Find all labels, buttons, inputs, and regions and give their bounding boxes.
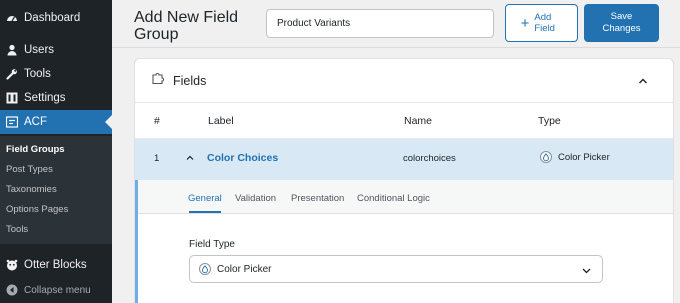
column-header-name: Name — [404, 115, 433, 127]
sidebar-item-label: Settings — [24, 92, 66, 104]
page-title: Add New Field Group — [134, 9, 239, 43]
tab-presentation[interactable]: Presentation — [291, 193, 344, 204]
fields-panel: Fields # Label Name Type 1 Color Choices… — [134, 58, 674, 303]
sidebar-item-dashboard[interactable]: Dashboard — [0, 6, 112, 30]
sidebar-item-label: Tools — [24, 68, 51, 80]
save-changes-button[interactable]: Save Changes — [584, 4, 659, 42]
admin-sidebar: Dashboard Users Tools Settings ACF Field… — [0, 0, 112, 303]
sidebar-item-label: ACF — [24, 116, 47, 128]
collapse-menu-label: Collapse menu — [24, 284, 91, 296]
sidebar-item-label: Dashboard — [24, 12, 81, 24]
field-label-link[interactable]: Color Choices — [207, 152, 278, 164]
color-picker-icon — [540, 151, 552, 163]
active-tab-indicator — [189, 211, 221, 213]
users-icon — [6, 44, 18, 56]
submenu-item-post-types[interactable]: Post Types — [6, 164, 53, 175]
chevron-up-icon[interactable] — [637, 74, 649, 92]
chevron-down-icon — [581, 265, 592, 279]
field-row[interactable]: 1 Color Choices colorchoices Color Picke… — [135, 139, 673, 180]
field-type-heading: Field Type — [189, 239, 235, 250]
puzzle-icon — [151, 71, 165, 90]
add-field-label: Add Field — [534, 12, 555, 34]
fields-panel-title: Fields — [173, 73, 207, 88]
acf-icon — [6, 116, 18, 128]
submenu-item-tools[interactable]: Tools — [6, 224, 28, 235]
submenu-item-taxonomies[interactable]: Taxonomies — [6, 184, 57, 195]
add-field-button[interactable]: + Add Field — [505, 4, 578, 42]
sidebar-item-tools[interactable]: Tools — [0, 62, 112, 86]
wrench-icon — [6, 68, 18, 80]
fields-panel-header[interactable]: Fields — [135, 59, 673, 103]
tab-general[interactable]: General — [188, 193, 222, 204]
field-type-select-value: Color Picker — [217, 263, 272, 275]
field-type-select[interactable]: Color Picker — [189, 255, 603, 283]
field-type-label: Color Picker — [558, 151, 610, 163]
sidebar-item-label: Otter Blocks — [24, 259, 87, 271]
chevron-up-icon[interactable] — [185, 153, 195, 166]
sidebar-item-otter-blocks[interactable]: Otter Blocks — [0, 253, 112, 277]
collapse-menu-button[interactable]: Collapse menu — [0, 278, 112, 302]
collapse-icon — [6, 284, 18, 296]
sidebar-item-settings[interactable]: Settings — [0, 86, 112, 110]
field-number: 1 — [154, 153, 160, 164]
field-group-title-input[interactable]: Product Variants — [266, 9, 494, 38]
field-settings: General Validation Presentation Conditio… — [135, 180, 673, 303]
header-divider — [112, 47, 680, 48]
sidebar-item-acf[interactable]: ACF — [0, 110, 112, 134]
plus-icon: + — [520, 14, 530, 32]
settings-icon — [6, 92, 18, 104]
field-name: colorchoices — [403, 153, 456, 164]
color-picker-icon — [199, 263, 211, 275]
sidebar-item-label: Users — [24, 44, 55, 56]
submenu-item-field-groups[interactable]: Field Groups — [6, 144, 65, 155]
tab-validation[interactable]: Validation — [235, 193, 276, 204]
column-header-type: Type — [538, 115, 561, 127]
tab-conditional-logic[interactable]: Conditional Logic — [357, 193, 430, 204]
acf-submenu: Field Groups Post Types Taxonomies Optio… — [0, 136, 112, 244]
dashboard-icon — [6, 12, 18, 24]
otter-icon — [6, 259, 18, 271]
column-header-label: Label — [208, 115, 234, 127]
field-type: Color Picker — [540, 151, 610, 163]
sidebar-item-users[interactable]: Users — [0, 38, 112, 62]
column-header-number: # — [154, 115, 160, 127]
submenu-item-options-pages[interactable]: Options Pages — [6, 204, 68, 215]
field-settings-tabs: General Validation Presentation Conditio… — [138, 180, 673, 214]
save-changes-label: Save Changes — [602, 11, 641, 34]
